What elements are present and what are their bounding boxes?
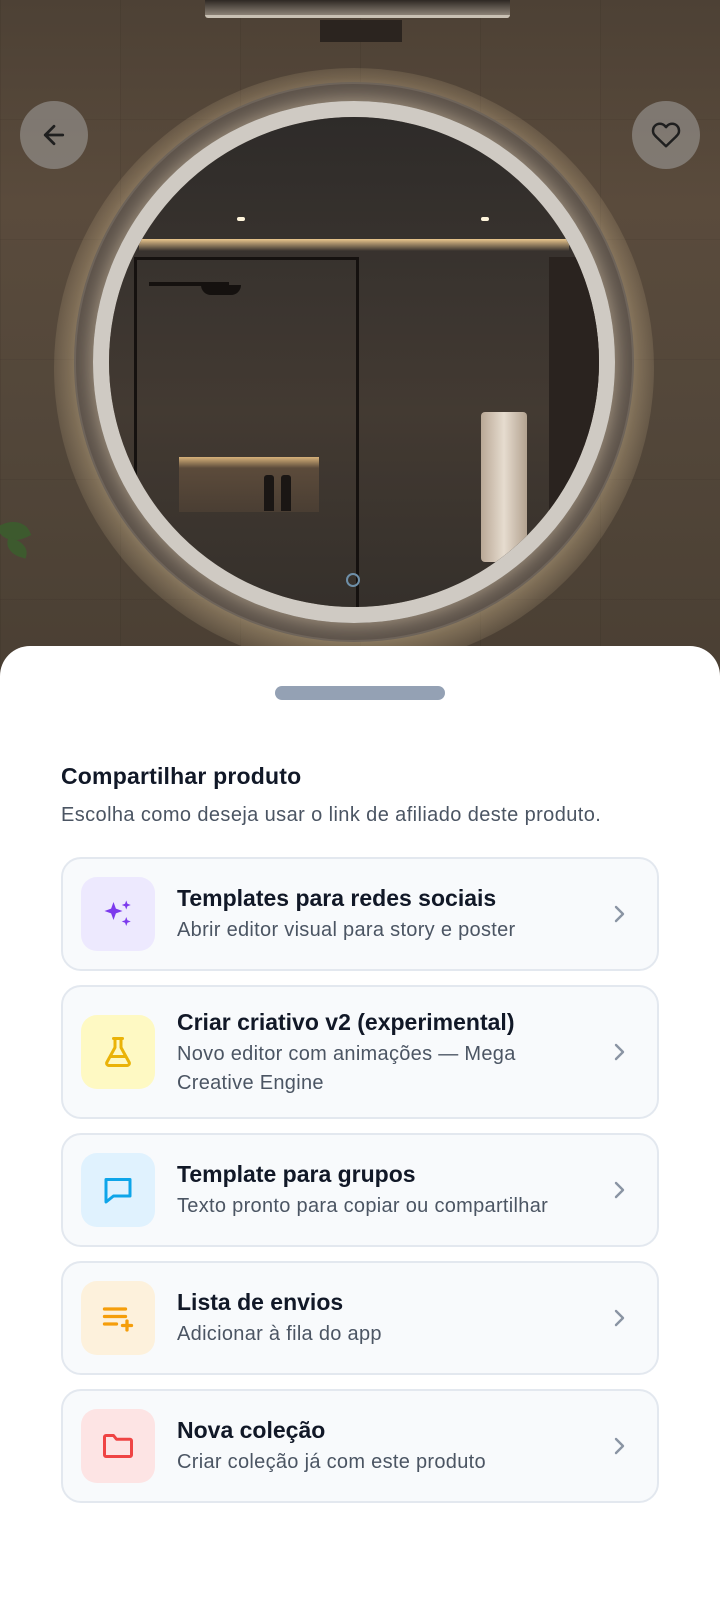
option-send-list[interactable]: Lista de envios Adicionar à fila do app bbox=[61, 1261, 659, 1375]
chevron-right-icon bbox=[614, 905, 625, 923]
icon-container bbox=[81, 1015, 155, 1089]
sheet-subtitle: Escolha como deseja usar o link de afili… bbox=[61, 804, 602, 826]
reflection-bottle bbox=[264, 475, 274, 511]
option-title: Criar criativo v2 (experimental) bbox=[177, 1008, 515, 1035]
option-description: Abrir editor visual para story e poster bbox=[177, 919, 516, 941]
ceiling-light-bar bbox=[205, 0, 510, 18]
reflection-ceiling-light bbox=[481, 217, 489, 221]
option-description: Novo editor com animações — Mega Creativ… bbox=[177, 1042, 516, 1094]
chevron-right-icon bbox=[614, 1437, 625, 1455]
icon-container bbox=[81, 1153, 155, 1227]
folder-icon bbox=[103, 1434, 133, 1458]
sparkles-icon bbox=[104, 900, 131, 926]
reflection-shower-head bbox=[201, 285, 241, 295]
message-square-icon bbox=[104, 1178, 132, 1204]
heart-outline-icon bbox=[651, 122, 681, 148]
option-title: Nova coleção bbox=[177, 1417, 326, 1443]
back-button[interactable] bbox=[20, 101, 88, 169]
option-title: Template para grupos bbox=[177, 1161, 416, 1187]
option-text: Criar criativo v2 (experimental) Novo ed… bbox=[177, 1007, 657, 1098]
reflection-cove-light bbox=[139, 239, 569, 251]
option-description: Texto pronto para copiar ou compartilhar bbox=[177, 1195, 549, 1217]
option-title: Templates para redes sociais bbox=[177, 885, 497, 911]
mirror-reflection bbox=[109, 117, 599, 607]
sheet-title: Compartilhar produto bbox=[61, 763, 302, 789]
light-mount bbox=[320, 20, 402, 42]
option-description: Adicionar à fila do app bbox=[177, 1323, 382, 1345]
option-description: Criar coleção já com este produto bbox=[177, 1451, 486, 1473]
icon-container bbox=[81, 877, 155, 951]
share-bottom-sheet: Compartilhar produto Escolha como deseja… bbox=[0, 646, 720, 1607]
option-creative-v2[interactable]: Criar criativo v2 (experimental) Novo ed… bbox=[61, 985, 659, 1119]
icon-container bbox=[81, 1281, 155, 1355]
sheet-drag-handle[interactable] bbox=[275, 686, 445, 700]
reflection-shower-frame bbox=[134, 257, 359, 607]
flask-icon bbox=[105, 1037, 131, 1067]
favorite-button[interactable] bbox=[632, 101, 700, 169]
option-social-templates[interactable]: Templates para redes sociais Abrir edito… bbox=[61, 857, 659, 971]
reflection-towel bbox=[481, 412, 527, 562]
reflection-bottle bbox=[281, 475, 291, 511]
arrow-left-icon bbox=[43, 124, 65, 146]
reflection-wall bbox=[549, 257, 599, 607]
option-text: Nova coleção Criar coleção já com este p… bbox=[177, 1415, 657, 1477]
option-new-collection[interactable]: Nova coleção Criar coleção já com este p… bbox=[61, 1389, 659, 1503]
chevron-right-icon bbox=[614, 1043, 625, 1061]
option-text: Templates para redes sociais Abrir edito… bbox=[177, 883, 657, 945]
chevron-right-icon bbox=[614, 1309, 625, 1327]
list-plus-icon bbox=[102, 1307, 134, 1332]
option-text: Lista de envios Adicionar à fila do app bbox=[177, 1287, 657, 1349]
reflection-niche bbox=[179, 457, 319, 512]
carousel-indicator[interactable] bbox=[346, 573, 360, 587]
option-group-template[interactable]: Template para grupos Texto pronto para c… bbox=[61, 1133, 659, 1247]
chevron-right-icon bbox=[614, 1181, 625, 1199]
icon-container bbox=[81, 1409, 155, 1483]
option-title: Lista de envios bbox=[177, 1289, 344, 1315]
option-text: Template para grupos Texto pronto para c… bbox=[177, 1159, 657, 1221]
share-options-list: Templates para redes sociais Abrir edito… bbox=[61, 857, 659, 1517]
reflection-ceiling-light bbox=[237, 217, 245, 221]
product-image bbox=[0, 0, 720, 680]
